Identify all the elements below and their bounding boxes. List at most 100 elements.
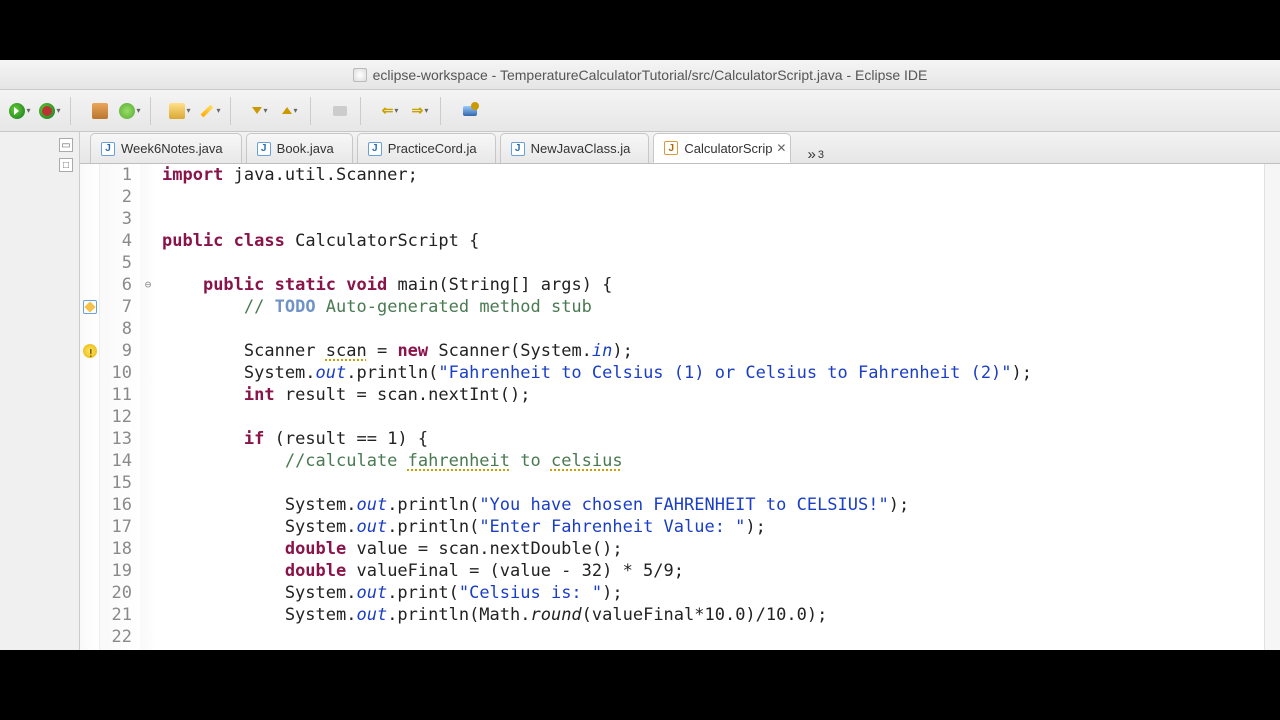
letterbox-bottom <box>0 650 1280 720</box>
fold-spacer <box>140 560 156 582</box>
code-line[interactable]: double valueFinal = (value - 32) * 5/9; <box>162 560 1264 582</box>
next-annotation-button[interactable] <box>246 97 274 125</box>
toolbar-separator <box>310 97 320 125</box>
code-line[interactable]: if (result == 1) { <box>162 428 1264 450</box>
code-line[interactable] <box>162 626 1264 648</box>
tab-calculatorscript[interactable]: J CalculatorScrip ✕ <box>653 133 791 163</box>
last-edit-button[interactable] <box>326 97 354 125</box>
close-icon[interactable]: ✕ <box>776 141 786 155</box>
code-line[interactable] <box>162 208 1264 230</box>
code-line[interactable]: int result = scan.nextInt(); <box>162 384 1264 406</box>
code-line[interactable] <box>162 406 1264 428</box>
window-title: eclipse-workspace - TemperatureCalculato… <box>373 67 928 83</box>
code-line[interactable] <box>162 472 1264 494</box>
nav-forward-button[interactable]: ⇒ <box>406 97 434 125</box>
line-number: 6 <box>100 274 132 296</box>
pin-editor-button[interactable] <box>456 97 484 125</box>
java-file-icon: J <box>101 142 115 156</box>
overview-ruler[interactable] <box>1264 164 1280 650</box>
toolbar-separator <box>440 97 450 125</box>
minimize-view-button[interactable]: ▭ <box>59 138 73 152</box>
tab-label: Book.java <box>277 141 334 156</box>
line-number: 14 <box>100 450 132 472</box>
line-number: 12 <box>100 406 132 428</box>
fold-spacer <box>140 516 156 538</box>
fold-spacer <box>140 538 156 560</box>
run-icon <box>9 103 25 119</box>
tab-label: CalculatorScrip <box>684 141 772 156</box>
code-content[interactable]: import java.util.Scanner; public class Ca… <box>156 164 1264 650</box>
java-file-icon: J <box>511 142 525 156</box>
code-line[interactable]: //calculate fahrenheit to celsius <box>162 450 1264 472</box>
open-type-button[interactable] <box>166 97 194 125</box>
code-line[interactable]: public class CalculatorScript { <box>162 230 1264 252</box>
line-number: 9 <box>100 340 132 362</box>
prev-annotation-button[interactable] <box>276 97 304 125</box>
code-line[interactable]: System.out.println(Math.round(valueFinal… <box>162 604 1264 626</box>
warning-marker-icon[interactable] <box>83 344 97 358</box>
window-titlebar[interactable]: eclipse-workspace - TemperatureCalculato… <box>0 60 1280 90</box>
line-number: 7 <box>100 296 132 318</box>
folder-open-icon <box>169 103 185 119</box>
eclipse-app-icon <box>353 68 367 82</box>
line-number: 2 <box>100 186 132 208</box>
new-class-button[interactable] <box>116 97 144 125</box>
java-file-icon: J <box>664 141 678 155</box>
tab-label: Week6Notes.java <box>121 141 223 156</box>
nav-back-button[interactable]: ⇐ <box>376 97 404 125</box>
code-line[interactable]: System.out.println("Enter Fahrenheit Val… <box>162 516 1264 538</box>
tab-book[interactable]: J Book.java <box>246 133 353 163</box>
line-number: 20 <box>100 582 132 604</box>
new-package-button[interactable] <box>86 97 114 125</box>
line-number: 10 <box>100 362 132 384</box>
line-number: 21 <box>100 604 132 626</box>
fold-spacer <box>140 230 156 252</box>
task-marker-icon[interactable] <box>83 300 97 314</box>
code-line[interactable]: public static void main(String[] args) { <box>162 274 1264 296</box>
java-file-icon: J <box>257 142 271 156</box>
debug-icon <box>39 103 55 119</box>
marker-ruler[interactable] <box>80 164 100 650</box>
code-line[interactable]: System.out.println("You have chosen FAHR… <box>162 494 1264 516</box>
code-line[interactable]: import java.util.Scanner; <box>162 164 1264 186</box>
fold-spacer <box>140 494 156 516</box>
fold-spacer <box>140 604 156 626</box>
last-edit-icon <box>333 106 347 116</box>
fold-spacer <box>140 208 156 230</box>
restore-view-button[interactable]: □ <box>59 158 73 172</box>
code-line[interactable]: Scanner scan = new Scanner(System.in); <box>162 340 1264 362</box>
fold-spacer <box>140 296 156 318</box>
code-editor[interactable]: 12345678910111213141516171819202122 ⊖ im… <box>80 164 1280 650</box>
arrow-up-icon <box>282 107 292 114</box>
tab-newjavaclass[interactable]: J NewJavaClass.ja <box>500 133 650 163</box>
line-number-ruler[interactable]: 12345678910111213141516171819202122 <box>100 164 140 650</box>
tabs-overflow-button[interactable]: »3 <box>807 146 823 163</box>
left-trim: ▭ □ <box>0 132 80 650</box>
fold-toggle-icon[interactable]: ⊖ <box>140 274 156 296</box>
fold-spacer <box>140 428 156 450</box>
run-button[interactable] <box>6 97 34 125</box>
folding-ruler[interactable]: ⊖ <box>140 164 156 650</box>
code-line[interactable]: System.out.println("Fahrenheit to Celsiu… <box>162 362 1264 384</box>
code-line[interactable]: System.out.print("Celsius is: "); <box>162 582 1264 604</box>
search-button[interactable] <box>196 97 224 125</box>
code-line[interactable] <box>162 186 1264 208</box>
toolbar-separator <box>150 97 160 125</box>
eclipse-window: eclipse-workspace - TemperatureCalculato… <box>0 60 1280 650</box>
fold-spacer <box>140 472 156 494</box>
fold-spacer <box>140 406 156 428</box>
code-line[interactable]: // TODO Auto-generated method stub <box>162 296 1264 318</box>
code-line[interactable] <box>162 252 1264 274</box>
tab-label: PracticeCord.ja <box>388 141 477 156</box>
code-line[interactable] <box>162 318 1264 340</box>
debug-button[interactable] <box>36 97 64 125</box>
pin-icon <box>463 106 477 116</box>
line-number: 3 <box>100 208 132 230</box>
fold-spacer <box>140 340 156 362</box>
tab-practicecord[interactable]: J PracticeCord.ja <box>357 133 496 163</box>
overflow-chevron-icon: » <box>807 146 815 163</box>
code-line[interactable]: double value = scan.nextDouble(); <box>162 538 1264 560</box>
line-number: 15 <box>100 472 132 494</box>
tab-week6notes[interactable]: J Week6Notes.java <box>90 133 242 163</box>
fold-spacer <box>140 384 156 406</box>
